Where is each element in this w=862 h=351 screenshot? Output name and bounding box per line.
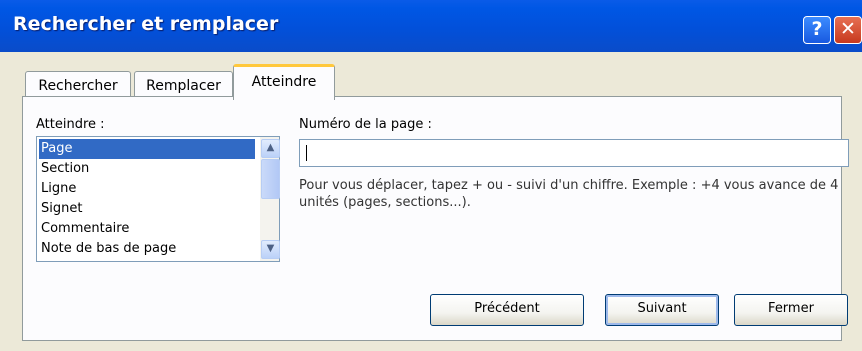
goto-list-label: Atteindre : (36, 117, 105, 132)
dialog-body: Rechercher Remplacer Atteindre Atteindre… (0, 52, 862, 351)
previous-button[interactable]: Précédent (430, 294, 584, 326)
list-item-commentaire[interactable]: Commentaire (39, 219, 255, 239)
scroll-thumb[interactable] (261, 159, 280, 199)
list-scrollbar[interactable]: ▲ ▼ (260, 137, 280, 261)
find-replace-dialog: Rechercher et remplacer ? ✕ Rechercher R… (0, 0, 862, 351)
list-item-page[interactable]: Page (39, 139, 255, 159)
goto-target-list[interactable]: Page Section Ligne Signet Commentaire No… (36, 136, 280, 262)
window-title: Rechercher et remplacer (13, 13, 279, 35)
text-caret (306, 145, 307, 161)
next-button[interactable]: Suivant (605, 294, 719, 326)
list-item-note-bas-de-page[interactable]: Note de bas de page (39, 239, 255, 259)
tab-atteindre[interactable]: Atteindre (233, 64, 335, 100)
page-number-label: Numéro de la page : (299, 117, 432, 132)
close-window-button[interactable]: ✕ (834, 16, 862, 44)
list-item-section[interactable]: Section (39, 159, 255, 179)
page-number-input[interactable] (299, 139, 849, 167)
goto-help-text: Pour vous déplacer, tapez + ou - suivi d… (299, 178, 839, 210)
scroll-down-icon[interactable]: ▼ (261, 240, 280, 259)
list-item-ligne[interactable]: Ligne (39, 179, 255, 199)
list-item-signet[interactable]: Signet (39, 199, 255, 219)
close-button[interactable]: Fermer (734, 294, 848, 326)
title-bar[interactable]: Rechercher et remplacer ? ✕ (0, 0, 862, 52)
help-button[interactable]: ? (803, 16, 831, 44)
scroll-up-icon[interactable]: ▲ (261, 139, 280, 158)
